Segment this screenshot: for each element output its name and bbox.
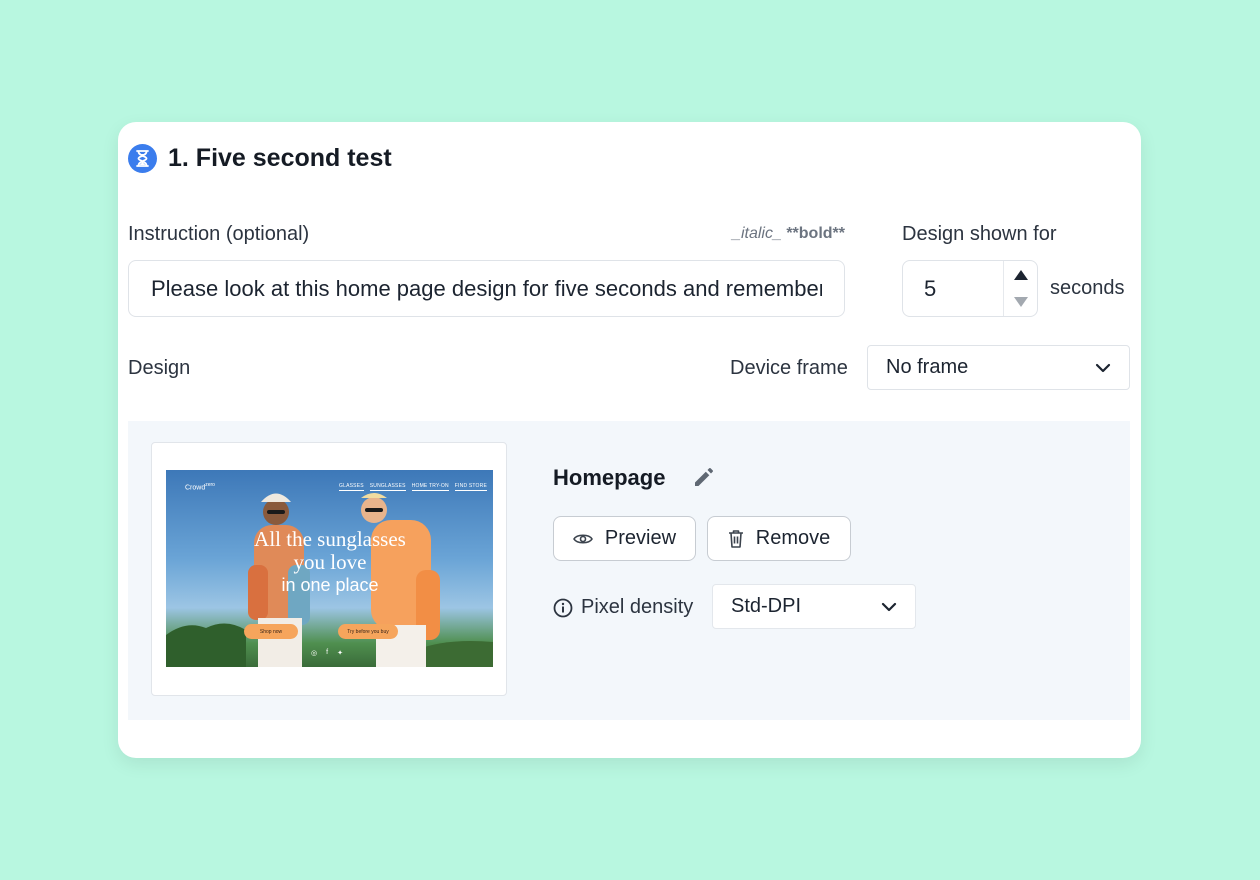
hourglass-icon (128, 143, 157, 173)
twitter-icon: ✦ (337, 650, 343, 657)
facebook-icon: f (326, 649, 329, 656)
instagram-icon: ◎ (311, 650, 318, 657)
thumbnail-try-button: Try before you buy (338, 624, 398, 639)
stepper-arrows (1003, 261, 1037, 316)
markdown-italic-hint: _italic_ (732, 225, 782, 242)
thumbnail-nav: GLASSES SUNGLASSES HOME TRY-ON FIND STOR… (339, 483, 487, 491)
remove-label: Remove (755, 527, 831, 549)
question-header: 1. Five second test (128, 142, 392, 174)
markdown-bold-hint: **bold** (786, 225, 845, 242)
markdown-hint: _italic_ **bold** (732, 225, 845, 243)
design-panel: Crowdzero GLASSES SUNGLASSES HOME TRY-ON… (128, 421, 1130, 720)
eye-icon (572, 533, 593, 544)
pixel-density-select[interactable]: Std-DPI (712, 584, 916, 629)
instruction-label: Instruction (optional) (128, 223, 310, 245)
device-frame-select[interactable]: No frame (867, 345, 1130, 390)
remove-button[interactable]: Remove (707, 516, 851, 561)
thumbnail-brand: Crowdzero (185, 482, 215, 492)
seconds-unit-label: seconds (1050, 277, 1125, 299)
info-icon (553, 598, 573, 617)
increment-button[interactable] (1004, 261, 1037, 289)
five-second-test-card: 1. Five second test Instruction (optiona… (118, 122, 1141, 758)
preview-label: Preview (604, 527, 677, 549)
design-thumbnail-frame[interactable]: Crowdzero GLASSES SUNGLASSES HOME TRY-ON… (151, 442, 507, 696)
device-frame-label: Device frame (730, 357, 848, 379)
design-thumbnail: Crowdzero GLASSES SUNGLASSES HOME TRY-ON… (166, 470, 493, 667)
thumbnail-social-icons: ◎ f ✦ (311, 649, 343, 657)
pixel-density-value: Std-DPI (731, 595, 802, 617)
design-label: Design (128, 357, 191, 379)
chevron-down-icon (1095, 363, 1111, 372)
chevron-down-icon (881, 602, 897, 611)
thumbnail-shop-button: Shop now (244, 624, 298, 639)
thumbnail-hero-text: All the sunglasses you love in one place (254, 527, 406, 596)
trash-icon (728, 530, 743, 548)
design-shown-for-label: Design shown for (902, 223, 1057, 245)
question-title: 1. Five second test (168, 143, 392, 172)
preview-button[interactable]: Preview (553, 516, 696, 561)
instruction-input[interactable] (128, 260, 845, 317)
duration-value[interactable]: 5 (903, 261, 1003, 316)
pixel-density-label: Pixel density (553, 596, 693, 619)
decrement-button[interactable] (1004, 289, 1037, 317)
arrow-down-icon (1013, 297, 1028, 308)
duration-stepper[interactable]: 5 (902, 260, 1038, 317)
design-name: Homepage (553, 465, 666, 490)
arrow-up-icon (1013, 269, 1028, 280)
device-frame-value: No frame (886, 356, 969, 378)
pencil-icon[interactable] (692, 465, 716, 489)
